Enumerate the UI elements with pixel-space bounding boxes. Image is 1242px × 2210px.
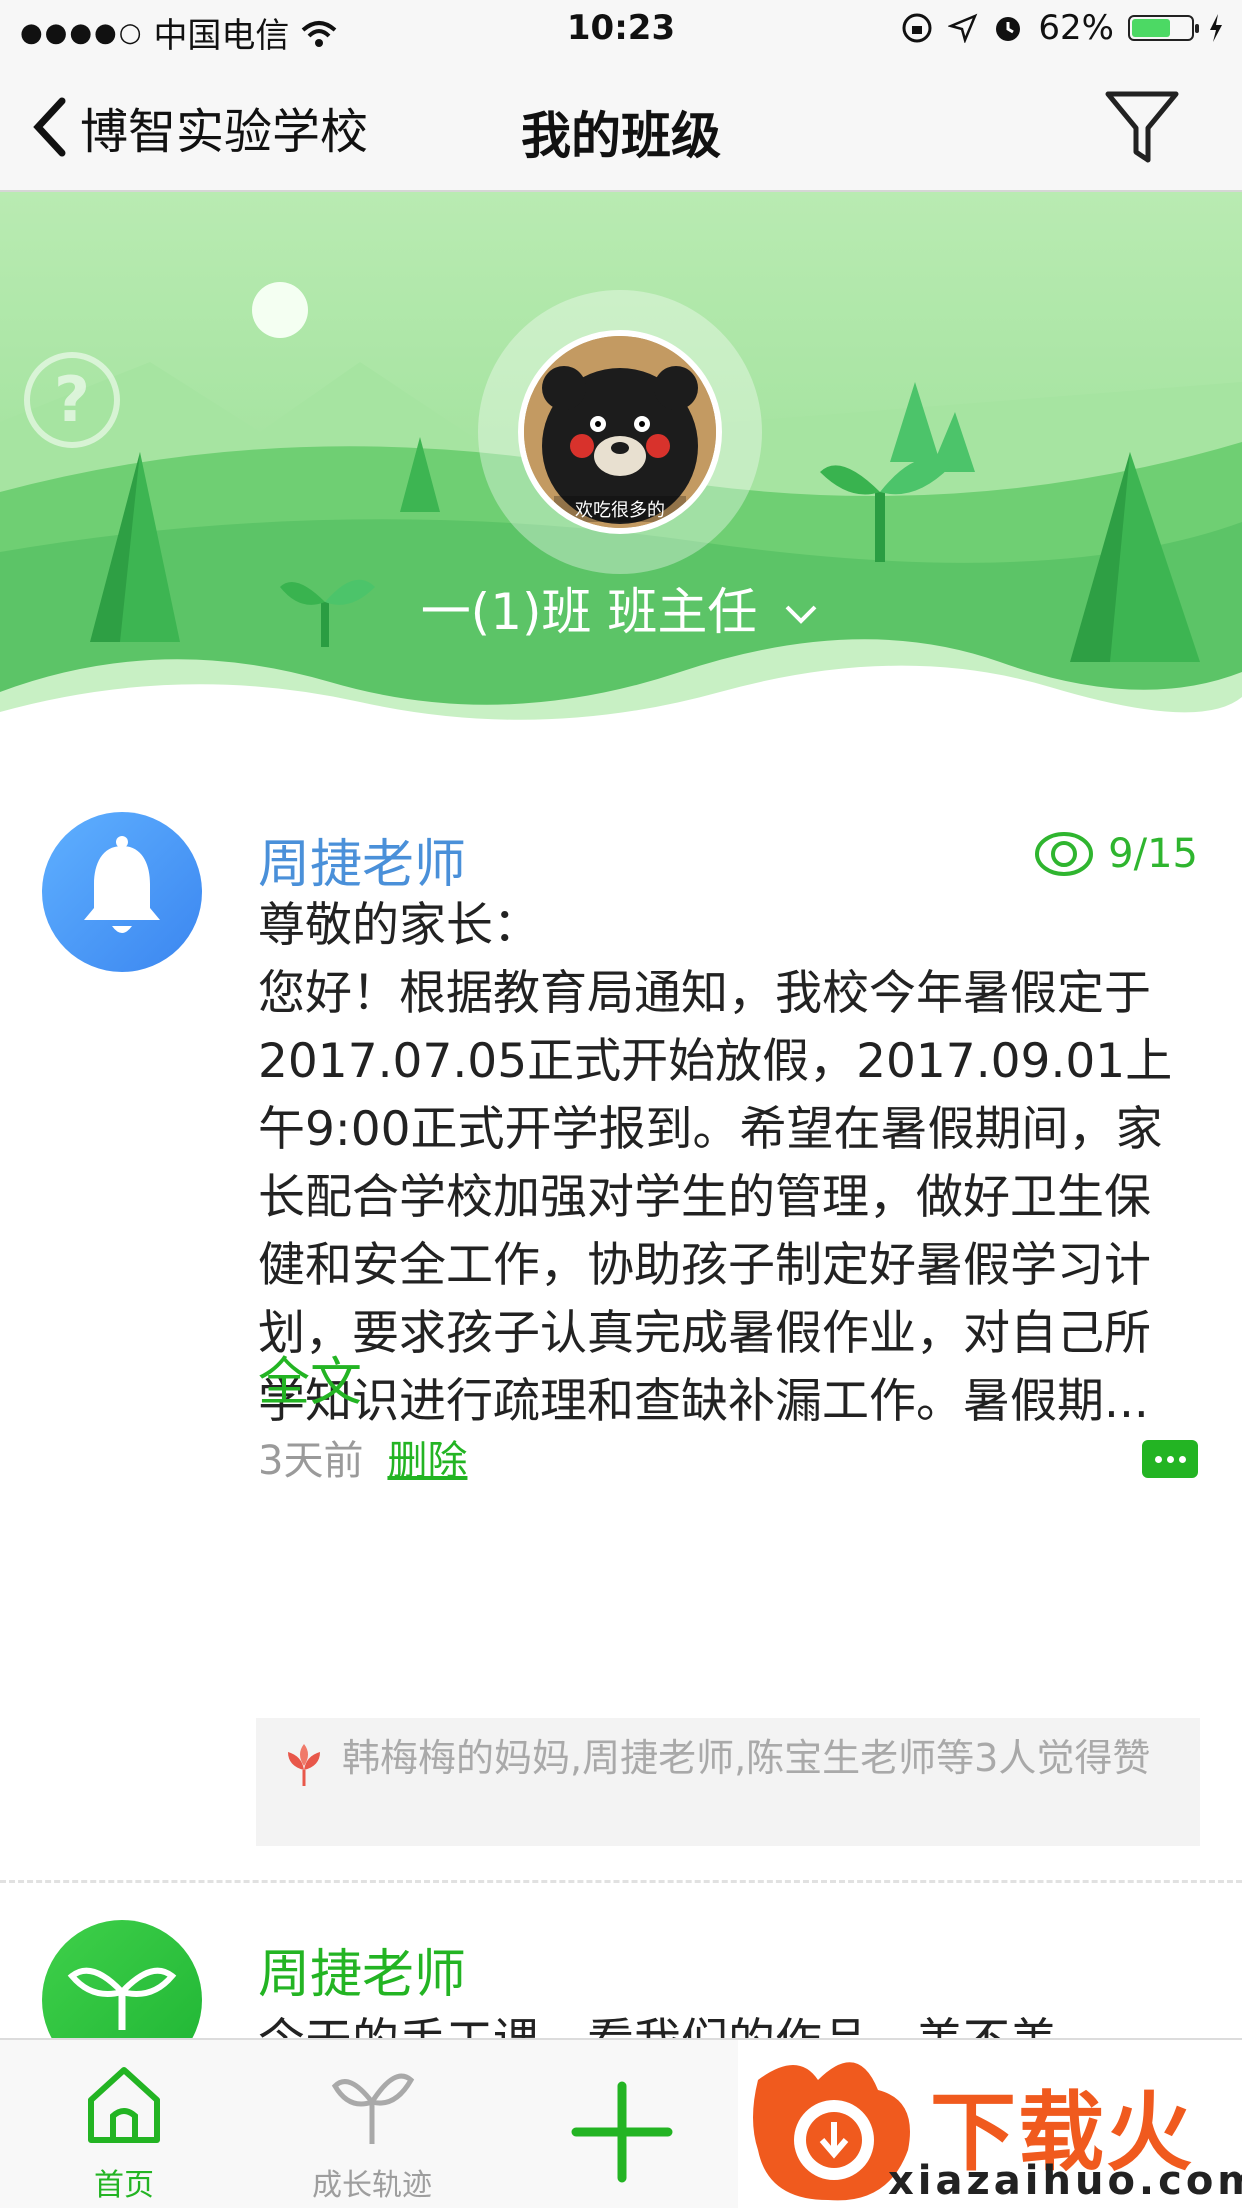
- status-bar: ●●●●○ 中国电信 10:23 62%: [0, 0, 1242, 62]
- tab-bar: 首页 成长轨迹 下载火 xiazaihuo.com: [0, 2038, 1242, 2210]
- chevron-left-icon: [33, 97, 66, 157]
- watermark-logo: 下载火 xiazaihuo.com: [738, 2040, 1242, 2210]
- alarm-icon: [996, 17, 1021, 41]
- help-button[interactable]: ?: [24, 352, 120, 448]
- post-author[interactable]: 周捷老师: [258, 1932, 466, 2007]
- filter-icon[interactable]: [1104, 88, 1180, 164]
- post-avatar: [42, 812, 202, 972]
- likes-box: 韩梅梅的妈妈,周捷老师,陈宝生老师等3人觉得赞: [256, 1718, 1200, 1846]
- charging-icon: [1210, 14, 1222, 42]
- battery-percent: 62%: [1038, 8, 1114, 48]
- post-divider: [0, 1880, 1242, 1883]
- post-author[interactable]: 周捷老师: [258, 822, 466, 897]
- tab-home[interactable]: 首页: [34, 2060, 214, 2204]
- post-avatar: [42, 1920, 202, 2038]
- rotation-lock-icon: [902, 13, 932, 43]
- page-title: 我的班级: [521, 107, 721, 165]
- view-count: 9/15: [1034, 828, 1198, 880]
- add-post-icon[interactable]: [570, 2080, 674, 2184]
- location-icon: [948, 13, 978, 43]
- post-meta: 3天前 删除: [258, 1428, 467, 1486]
- comment-button[interactable]: [1142, 1440, 1198, 1478]
- post-card: 周捷老师 9/15 尊敬的家长： 您好！根据教育局通知，我校今年暑假定于2017…: [0, 800, 1242, 1880]
- class-role-selector[interactable]: 一(1)班 班主任: [0, 572, 1242, 644]
- tab-growth[interactable]: 成长轨迹: [282, 2060, 462, 2204]
- post-body: 今天的手工课，看我们的作品，美不美: [258, 2008, 1178, 2038]
- class-avatar[interactable]: 欢吃很多的: [518, 330, 722, 534]
- back-button[interactable]: 博智实验学校: [30, 92, 368, 162]
- post-card: 周捷老师 今天的手工课，看我们的作品，美不美: [0, 1920, 1242, 2038]
- back-label: 博智实验学校: [80, 104, 369, 160]
- likes-text: 韩梅梅的妈妈,周捷老师,陈宝生老师等3人觉得赞: [342, 1736, 1151, 1780]
- class-banner: ? 欢吃很多的 一(1)班 班主任: [0, 192, 1242, 752]
- avatar-caption: 欢吃很多的: [575, 500, 665, 521]
- bell-icon: [84, 836, 160, 933]
- chevron-down-icon: [785, 605, 817, 624]
- status-right: 62%: [900, 8, 1224, 48]
- sprout-icon: [67, 1967, 177, 2030]
- tab-home-label: 首页: [94, 2168, 154, 2203]
- bear-avatar-image: 欢吃很多的: [524, 336, 716, 528]
- class-role-label: 一(1)班 班主任: [420, 583, 758, 641]
- view-count-label: 9/15: [1108, 831, 1198, 877]
- delete-link[interactable]: 删除: [387, 1428, 467, 1486]
- nav-bar: 博智实验学校 我的班级: [0, 62, 1242, 192]
- home-icon: [88, 2067, 160, 2143]
- post-time: 3天前: [258, 1438, 364, 1484]
- sprout-outline-icon: [331, 2073, 415, 2144]
- eye-icon: [1035, 832, 1094, 876]
- watermark-url: xiazaihuo.com: [888, 2158, 1242, 2204]
- tab-growth-label: 成长轨迹: [312, 2168, 432, 2203]
- battery-icon: [1128, 15, 1199, 41]
- read-full-link[interactable]: 全文: [258, 1340, 362, 1415]
- avatar-ring: 欢吃很多的: [478, 290, 762, 574]
- post-body: 尊敬的家长： 您好！根据教育局通知，我校今年暑假定于2017.07.05正式开始…: [258, 898, 1173, 1429]
- flower-icon: [288, 1744, 320, 1786]
